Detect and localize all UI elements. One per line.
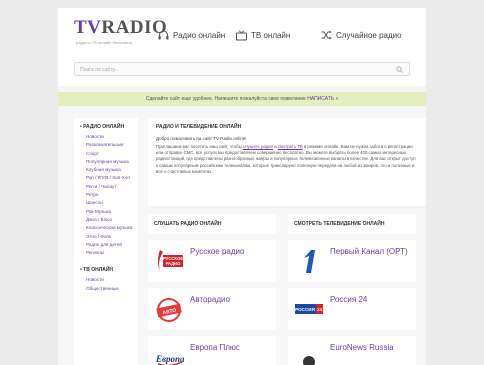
- sidebar-item[interactable]: Рок-Музыка: [86, 208, 138, 216]
- station-name: Европа Плюс: [190, 343, 240, 352]
- sidebar-item[interactable]: Новости: [86, 276, 138, 284]
- nav-random-radio[interactable]: Случайное радио: [321, 30, 402, 40]
- sidebar-item[interactable]: Классическая музыка: [86, 224, 138, 232]
- sidebar: • РАДИО ОНЛАЙН Новости Развлекательные С…: [74, 118, 138, 365]
- tv-card-rossiya24[interactable]: РОССИЯ 24 Россия 24: [288, 288, 416, 330]
- banner-write-link[interactable]: НАПИСАТЬ »: [307, 96, 338, 102]
- sidebar-tv-list: Новости Общественные: [74, 276, 138, 293]
- sidebar-item[interactable]: Регги / Чилаут: [86, 183, 138, 191]
- europa-plus-logo: Европа: [155, 354, 184, 365]
- sidebar-heading-tv: • ТВ ОНЛАЙН: [80, 267, 114, 274]
- euronews-logo: [303, 356, 315, 365]
- intro-text: Приглашаем вас посетить наш сайт, чтобы: [156, 144, 242, 149]
- sidebar-item[interactable]: Шансон: [86, 199, 138, 207]
- headphones-icon: [158, 30, 169, 40]
- sidebar-item[interactable]: Джаз / Блюз: [86, 216, 138, 224]
- site-logo[interactable]: TVRADIO: [74, 17, 167, 39]
- feedback-banner: Сделайте сайт еще удобнее. Напишите пожа…: [58, 92, 426, 106]
- russkoe-radio-logo: РУССКОЕ РАДИО: [158, 250, 183, 272]
- search-placeholder: Поиск по сайту...: [80, 67, 119, 73]
- site-header: TVRADIO радио и ТВ онлайн бесплатно Ради…: [58, 8, 426, 86]
- intro-text: и: [274, 144, 277, 149]
- nav-tv-online[interactable]: ТВ онлайн: [236, 30, 290, 41]
- radio-card-avtoradio[interactable]: АВТО Авторадио: [148, 288, 276, 330]
- search-input[interactable]: Поиск по сайту...: [74, 62, 410, 76]
- channel-name: Россия 24: [330, 295, 368, 304]
- avtoradio-logo: АВТО: [156, 298, 182, 322]
- intro-greeting: Добро пожаловать на сайт TV-Radio.online…: [156, 136, 247, 141]
- tagline: радио и ТВ онлайн бесплатно: [76, 40, 132, 45]
- sidebar-item[interactable]: Развлекательные: [86, 141, 138, 149]
- banner-text: Сделайте сайт еще удобнее. Напишите пожа…: [145, 96, 306, 102]
- radio-card-russkoe[interactable]: РУССКОЕ РАДИО Русское радио: [148, 240, 276, 282]
- channel-name: EuroNews Russia: [330, 343, 394, 352]
- sidebar-item[interactable]: Клубная музыка: [86, 166, 138, 174]
- svg-text:24: 24: [317, 307, 323, 312]
- nav-label: Случайное радио: [336, 30, 402, 40]
- nav-label: Радио онлайн: [173, 30, 226, 40]
- station-name: Русское радио: [190, 247, 245, 256]
- tv-column-heading: СМОТРЕТЬ ТЕЛЕВИДЕНИЕ ОНЛАЙН: [288, 214, 416, 234]
- rossiya-24-logo: РОССИЯ 24: [295, 304, 323, 314]
- sidebar-item[interactable]: Новости: [86, 133, 138, 141]
- intro-body: Приглашаем вас посетить наш сайт, чтобы …: [156, 144, 418, 175]
- page: TVRADIO радио и ТВ онлайн бесплатно Ради…: [58, 8, 426, 365]
- sidebar-item[interactable]: Этно / Фолк: [86, 233, 138, 241]
- nav-label: ТВ онлайн: [251, 31, 291, 40]
- shuffle-icon: [321, 30, 332, 40]
- intro-title: РАДИО И ТЕЛЕВИДЕНИЕ ОНЛАЙН: [156, 124, 242, 130]
- watch-tv-link[interactable]: смотреть ТВ: [278, 144, 303, 149]
- listen-radio-link[interactable]: слушать радио: [243, 144, 273, 149]
- sidebar-radio-list: Новости Развлекательные Спорт Популярная…: [74, 133, 138, 257]
- tv-icon: [236, 30, 247, 41]
- sidebar-item[interactable]: Спорт: [86, 150, 138, 158]
- intro-section: РАДИО И ТЕЛЕВИДЕНИЕ ОНЛАЙН Добро пожалов…: [148, 118, 426, 206]
- tv-card-perviy[interactable]: Первый Канал (ОРТ): [288, 240, 416, 282]
- tv-card-euronews[interactable]: EuroNews Russia: [288, 336, 416, 365]
- sidebar-item[interactable]: Популярная музыка: [86, 158, 138, 166]
- logo-tv-text: TV: [74, 17, 102, 38]
- channel-name: Первый Канал (ОРТ): [330, 247, 408, 256]
- svg-text:РОССИЯ: РОССИЯ: [295, 307, 315, 312]
- sidebar-item[interactable]: Ретро: [86, 191, 138, 199]
- sidebar-item[interactable]: Радио для детей: [86, 241, 138, 249]
- radio-column-heading: СЛУШАТЬ РАДИО ОНЛАЙН: [148, 214, 276, 234]
- main-content: РАДИО И ТЕЛЕВИДЕНИЕ ОНЛАЙН Добро пожалов…: [148, 118, 426, 365]
- sidebar-heading-radio: • РАДИО ОНЛАЙН: [80, 124, 125, 130]
- sidebar-item[interactable]: Рэп / R'n'B / Хип-Хоп: [86, 174, 138, 182]
- sidebar-item[interactable]: Общественные: [86, 285, 138, 293]
- perviy-kanal-logo: [304, 250, 315, 273]
- station-name: Авторадио: [190, 295, 230, 304]
- radio-card-europa-plus[interactable]: Европа Европа Плюс: [148, 336, 276, 365]
- search-icon[interactable]: [396, 66, 403, 73]
- nav-radio-online[interactable]: Радио онлайн: [158, 30, 225, 40]
- svg-text:РАДИО: РАДИО: [166, 261, 182, 266]
- sidebar-item[interactable]: Регионы: [86, 249, 138, 257]
